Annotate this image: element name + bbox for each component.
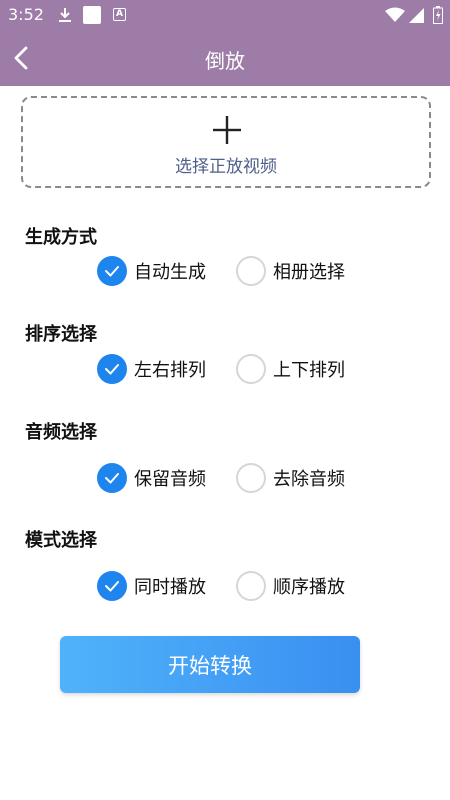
start-convert-button[interactable]: 开始转换 bbox=[60, 636, 360, 693]
radio-label: 同时播放 bbox=[134, 577, 206, 598]
section-title-audio: 音频选择 bbox=[25, 422, 97, 443]
radio-label: 保留音频 bbox=[134, 469, 206, 490]
radio-option-left-right[interactable]: 左右排列 bbox=[97, 353, 206, 385]
select-video-label: 选择正放视频 bbox=[175, 157, 277, 177]
a-badge-icon: A bbox=[113, 8, 126, 21]
radio-unchecked-icon bbox=[236, 571, 266, 601]
select-video-button[interactable]: 选择正放视频 bbox=[21, 96, 431, 188]
radio-option-remove-audio[interactable]: 去除音频 bbox=[236, 462, 345, 494]
wifi-icon bbox=[385, 7, 405, 22]
page-title: 倒放 bbox=[205, 49, 245, 73]
radio-unchecked-icon bbox=[236, 463, 266, 493]
section-title-mode: 模式选择 bbox=[25, 530, 97, 551]
status-bar: 3:52 A bbox=[0, 0, 450, 30]
section-title-generate-mode: 生成方式 bbox=[25, 227, 97, 248]
radio-checked-icon bbox=[97, 463, 127, 493]
radio-label: 去除音频 bbox=[273, 469, 345, 490]
radio-option-simultaneous[interactable]: 同时播放 bbox=[97, 570, 206, 602]
radio-checked-icon bbox=[97, 571, 127, 601]
notification-square-icon bbox=[83, 6, 101, 24]
plus-icon bbox=[213, 116, 241, 144]
radio-unchecked-icon bbox=[236, 354, 266, 384]
radio-label: 自动生成 bbox=[134, 262, 206, 283]
radio-checked-icon bbox=[97, 256, 127, 286]
battery-icon bbox=[433, 6, 443, 24]
signal-icon bbox=[409, 8, 424, 23]
radio-option-album-select[interactable]: 相册选择 bbox=[236, 255, 345, 287]
section-title-sort: 排序选择 bbox=[25, 324, 97, 345]
radio-option-keep-audio[interactable]: 保留音频 bbox=[97, 462, 206, 494]
radio-label: 左右排列 bbox=[134, 360, 206, 381]
radio-unchecked-icon bbox=[236, 256, 266, 286]
radio-option-sequential[interactable]: 顺序播放 bbox=[236, 570, 345, 602]
radio-checked-icon bbox=[97, 354, 127, 384]
download-icon bbox=[59, 8, 71, 22]
radio-option-top-bottom[interactable]: 上下排列 bbox=[236, 353, 345, 385]
radio-label: 顺序播放 bbox=[273, 577, 345, 598]
radio-label: 上下排列 bbox=[273, 360, 345, 381]
app-bar: 倒放 bbox=[0, 30, 450, 86]
radio-option-auto-generate[interactable]: 自动生成 bbox=[97, 255, 206, 287]
radio-label: 相册选择 bbox=[273, 262, 345, 283]
status-time: 3:52 bbox=[8, 5, 44, 24]
